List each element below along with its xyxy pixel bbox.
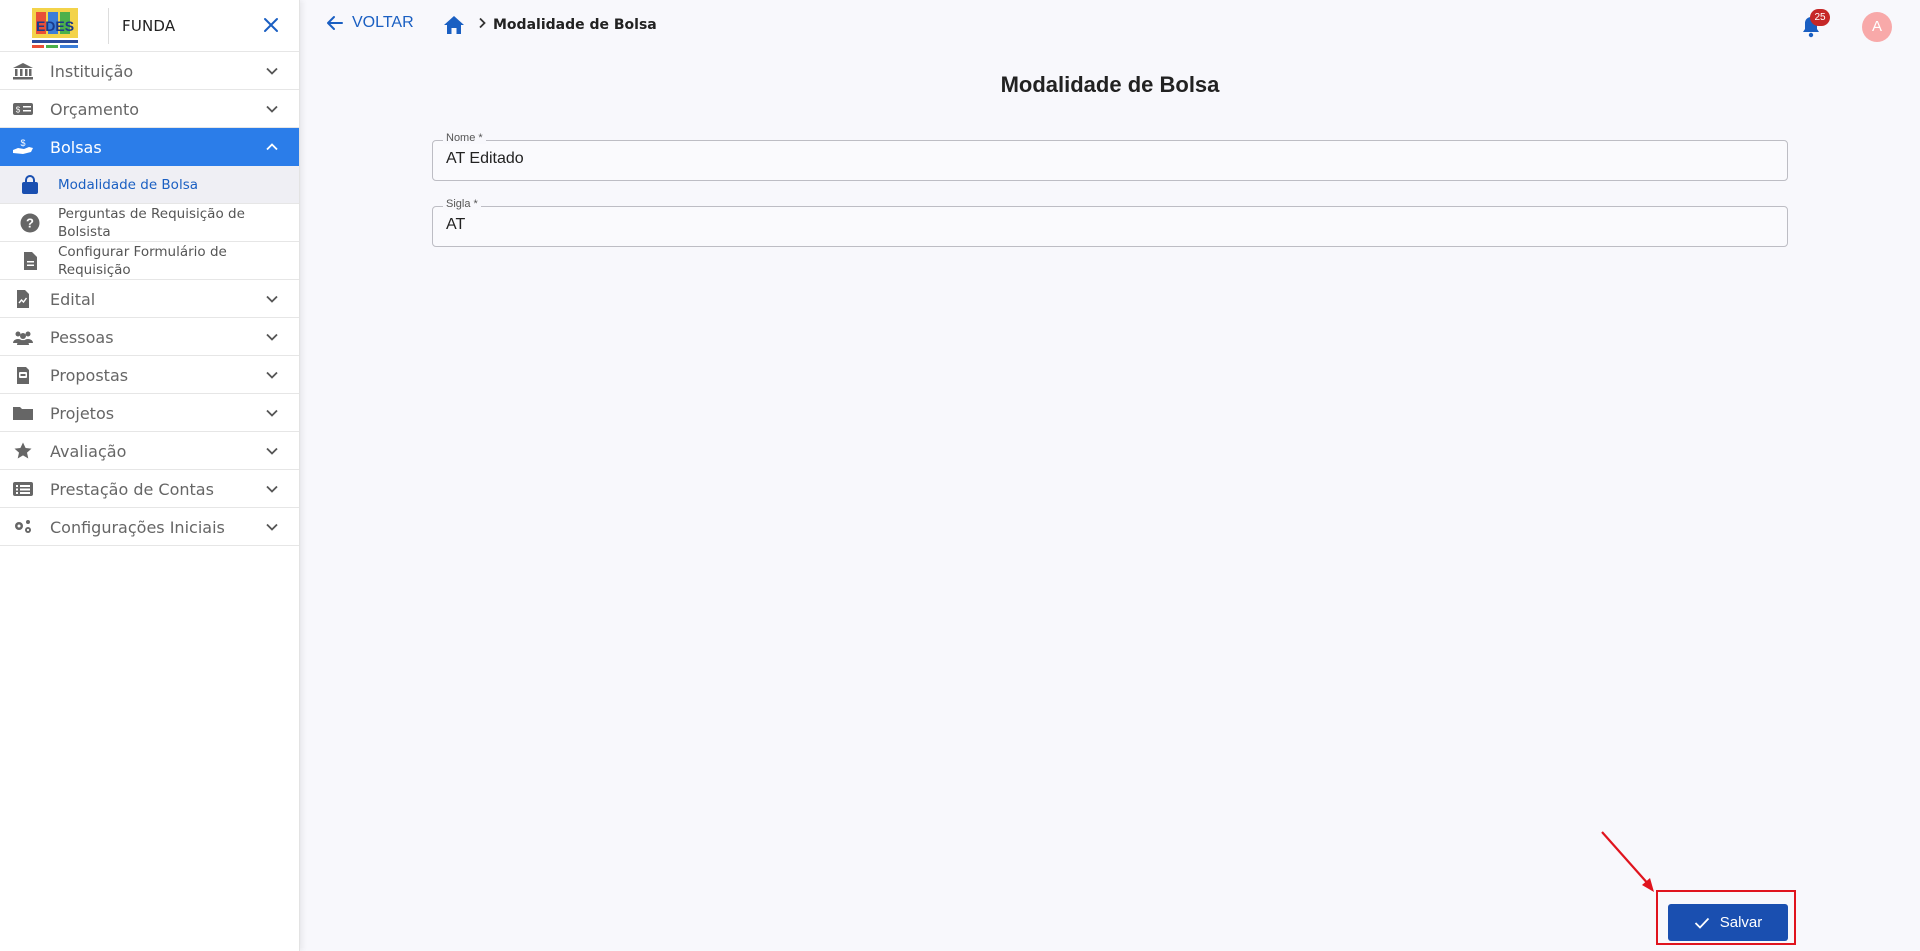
avatar[interactable]: A	[1862, 12, 1892, 42]
svg-text:$: $	[16, 106, 21, 115]
sidebar-item-label: Projetos	[50, 404, 115, 423]
back-button[interactable]: VOLTAR	[326, 14, 414, 32]
arrow-left-icon	[327, 16, 343, 30]
list-icon	[13, 482, 33, 496]
bank-icon	[13, 63, 33, 80]
sidebar-item-label: Orçamento	[50, 100, 140, 119]
sidebar-item-label: Configurações Iniciais	[50, 518, 225, 537]
sidebar-subitem-label: Modalidade de Bolsa	[58, 177, 199, 193]
sidebar-subitem-label-line2: Requisição	[58, 262, 131, 278]
logo: EDES	[32, 8, 78, 48]
breadcrumb-current: Modalidade de Bolsa	[493, 17, 657, 33]
sidebar-subitem-perguntas[interactable]: ? Perguntas de Requisição de Bolsista	[0, 204, 299, 242]
question-icon: ?	[20, 213, 40, 233]
sigla-input[interactable]	[446, 216, 1766, 234]
nome-input[interactable]	[446, 150, 1766, 168]
sidebar-item-label: Propostas	[50, 366, 129, 385]
sidebar-item-orcamento[interactable]: $ Orçamento	[0, 90, 299, 128]
sigla-field[interactable]: Sigla *	[432, 198, 1788, 247]
sidebar-item-label: Avaliação	[50, 442, 127, 461]
bag-icon	[22, 175, 38, 194]
chevron-down-icon	[266, 295, 278, 303]
document-chart-icon	[17, 290, 29, 308]
chevron-down-icon	[266, 409, 278, 417]
sidebar-subitem-label-line2: Bolsista	[58, 224, 111, 240]
folder-icon	[13, 407, 33, 420]
sidebar-item-prestacao-de-contas[interactable]: Prestação de Contas	[0, 470, 299, 508]
save-button[interactable]: Salvar	[1668, 904, 1788, 941]
star-icon	[14, 442, 32, 459]
sidebar-item-projetos[interactable]: Projetos	[0, 394, 299, 432]
sidebar-subitem-modalidade-de-bolsa[interactable]: Modalidade de Bolsa	[0, 166, 299, 204]
sidebar-subitem-label-line1: Configurar Formulário de	[58, 244, 227, 260]
annotation-arrow	[1601, 831, 1654, 892]
sidebar-item-avaliacao[interactable]: Avaliação	[0, 432, 299, 470]
money-icon: $	[13, 103, 33, 115]
sidebar-item-edital[interactable]: Edital	[0, 280, 299, 318]
save-label: Salvar	[1719, 914, 1763, 931]
chevron-down-icon	[266, 371, 278, 379]
chevron-down-icon	[266, 485, 278, 493]
page-title: Modalidade de Bolsa	[1000, 72, 1220, 97]
sidebar-header: EDES FUNDA	[0, 0, 299, 52]
sidebar-subitem-configurar-formulario[interactable]: Configurar Formulário de Requisição	[0, 242, 299, 280]
nome-field[interactable]: Nome *	[432, 132, 1788, 181]
clipboard-icon	[17, 367, 29, 384]
check-icon	[1694, 917, 1709, 929]
back-label: VOLTAR	[352, 14, 414, 31]
chevron-down-icon	[266, 105, 278, 113]
chevron-down-icon	[266, 333, 278, 341]
close-icon[interactable]	[261, 15, 281, 35]
gears-icon	[15, 520, 31, 533]
sidebar-item-label: Bolsas	[50, 138, 102, 157]
nome-field-label: Nome *	[443, 132, 486, 144]
sidebar-item-instituicao[interactable]: Instituição	[0, 52, 299, 90]
svg-text:$: $	[20, 138, 25, 148]
hand-coin-icon: $	[13, 138, 33, 154]
svg-text:EDES: EDES	[36, 18, 74, 34]
people-icon	[13, 331, 33, 345]
chevron-down-icon	[266, 447, 278, 455]
home-icon[interactable]	[443, 14, 465, 36]
sidebar-item-propostas[interactable]: Propostas	[0, 356, 299, 394]
notification-badge: 25	[1810, 9, 1830, 26]
sidebar-item-configuracoes-iniciais[interactable]: Configurações Iniciais	[0, 508, 299, 546]
sidebar-subitem-label-line1: Perguntas de Requisição de	[58, 206, 245, 222]
sigla-field-label: Sigla *	[443, 198, 481, 210]
sidebar-item-bolsas[interactable]: $ Bolsas	[0, 128, 299, 166]
chevron-down-icon	[266, 67, 278, 75]
sidebar-item-label: Edital	[50, 290, 96, 309]
file-icon	[24, 252, 37, 270]
chevron-up-icon	[266, 143, 278, 151]
chevron-down-icon	[266, 523, 278, 531]
sidebar-item-label: Instituição	[50, 62, 134, 81]
chevron-right-icon	[479, 17, 486, 29]
sidebar: EDES FUNDA Instituição $ Orçamento $ Bol…	[0, 0, 300, 951]
svg-text:?: ?	[26, 216, 34, 231]
sidebar-item-pessoas[interactable]: Pessoas	[0, 318, 299, 356]
sidebar-item-label: Pessoas	[50, 328, 114, 347]
header-divider	[108, 8, 109, 44]
brand-name: FUNDA	[122, 17, 176, 35]
sidebar-item-label: Prestação de Contas	[50, 480, 214, 499]
